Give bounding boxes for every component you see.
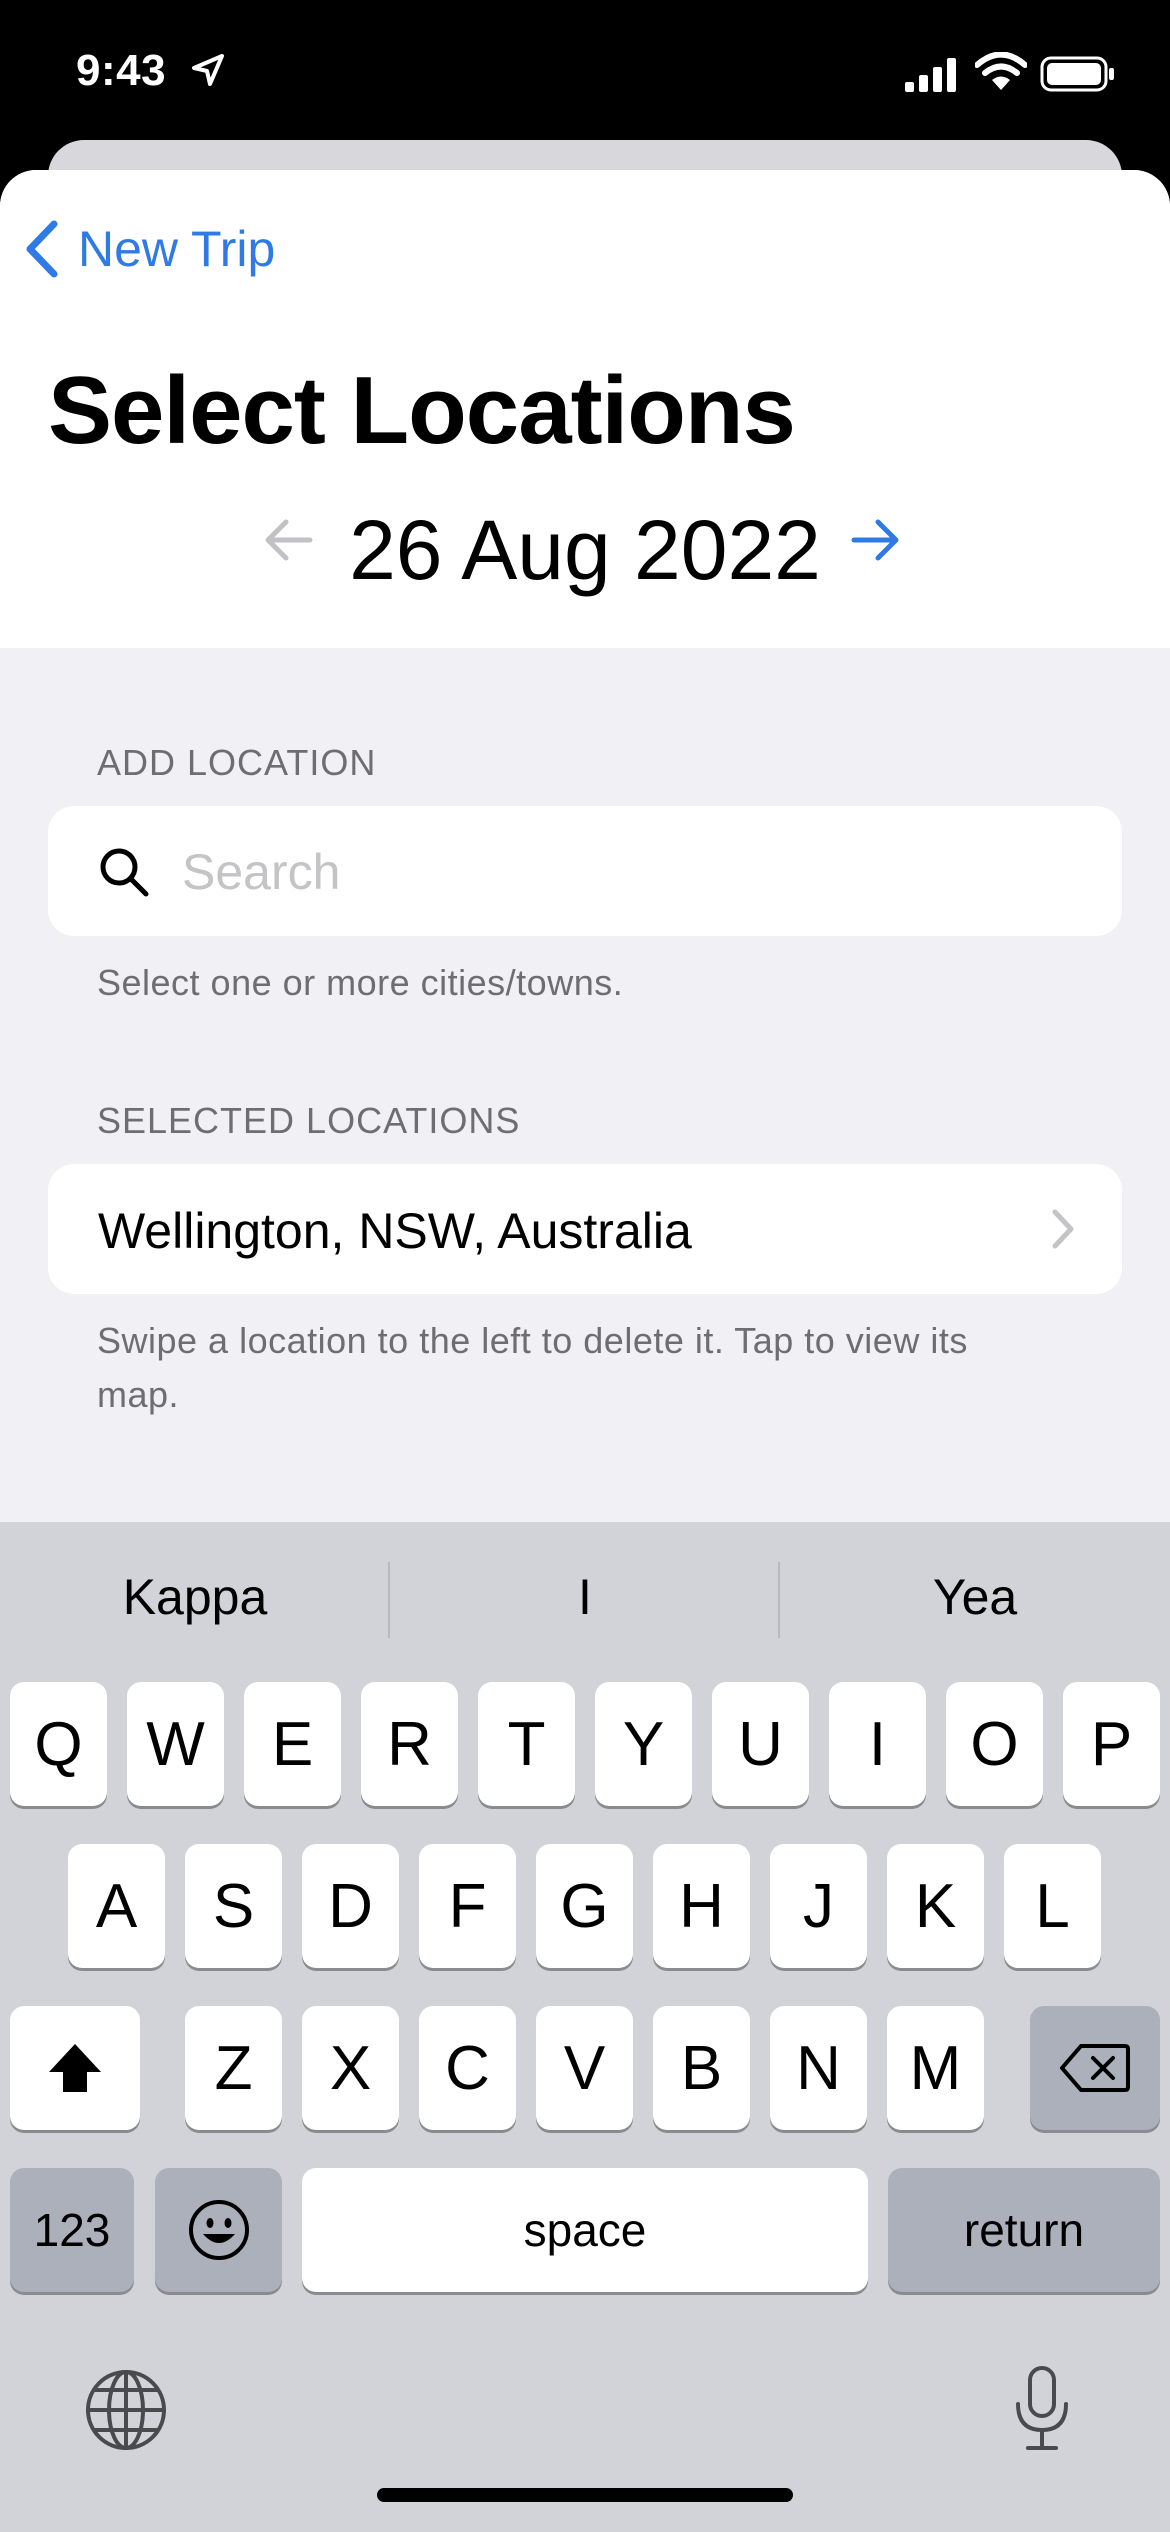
key-s[interactable]: S xyxy=(185,1844,282,1968)
delete-key[interactable] xyxy=(1030,2006,1160,2130)
key-v[interactable]: V xyxy=(536,2006,633,2130)
search-input[interactable] xyxy=(180,806,1084,938)
numbers-key[interactable]: 123 xyxy=(10,2168,134,2292)
emoji-key[interactable] xyxy=(155,2168,282,2292)
key-b[interactable]: B xyxy=(653,2006,750,2130)
add-location-footer: Select one or more cities/towns. xyxy=(97,962,624,1003)
search-icon xyxy=(100,848,149,897)
globe-icon[interactable] xyxy=(84,2368,168,2452)
chevron-left-icon xyxy=(26,220,58,278)
arrow-right-icon[interactable] xyxy=(850,518,902,562)
prediction-3[interactable]: Yea xyxy=(780,1522,1170,1672)
add-location-header: ADD LOCATION xyxy=(97,742,377,783)
status-time: 9:43 xyxy=(76,46,167,95)
space-key[interactable]: space xyxy=(302,2168,868,2292)
page-title: Select Locations xyxy=(48,357,796,464)
key-c[interactable]: C xyxy=(419,2006,516,2130)
key-e[interactable]: E xyxy=(244,1682,341,1806)
prediction-1[interactable]: Kappa xyxy=(0,1522,390,1672)
battery-icon xyxy=(1040,56,1114,92)
back-button[interactable]: New Trip xyxy=(24,220,275,278)
key-p[interactable]: P xyxy=(1063,1682,1160,1806)
key-w[interactable]: W xyxy=(127,1682,224,1806)
key-i[interactable]: I xyxy=(829,1682,926,1806)
wifi-icon xyxy=(975,52,1027,90)
shift-icon xyxy=(49,2044,101,2092)
home-indicator[interactable] xyxy=(377,2488,793,2502)
current-date: 26 Aug 2022 xyxy=(349,503,821,597)
cellular-signal-icon xyxy=(905,58,956,92)
back-button-label: New Trip xyxy=(78,221,276,277)
key-y[interactable]: Y xyxy=(595,1682,692,1806)
selected-locations-footer: Swipe a location to the left to delete i… xyxy=(97,1320,968,1415)
microphone-icon[interactable] xyxy=(1010,2364,1074,2454)
key-a[interactable]: A xyxy=(68,1844,165,1968)
key-q[interactable]: Q xyxy=(10,1682,107,1806)
date-navigator: 26 Aug 2022 xyxy=(0,490,1170,600)
location-label: Wellington, NSW, Australia xyxy=(98,1203,692,1259)
key-l[interactable]: L xyxy=(1004,1844,1101,1968)
key-k[interactable]: K xyxy=(887,1844,984,1968)
key-g[interactable]: G xyxy=(536,1844,633,1968)
chevron-right-icon xyxy=(1052,1209,1074,1249)
key-h[interactable]: H xyxy=(653,1844,750,1968)
location-arrow-icon xyxy=(192,54,224,86)
key-f[interactable]: F xyxy=(419,1844,516,1968)
search-field[interactable] xyxy=(48,806,1122,938)
prediction-2[interactable]: I xyxy=(390,1522,780,1672)
delete-icon xyxy=(1060,2044,1130,2092)
key-n[interactable]: N xyxy=(770,2006,867,2130)
emoji-icon xyxy=(188,2200,249,2260)
key-j[interactable]: J xyxy=(770,1844,867,1968)
shift-key[interactable] xyxy=(10,2006,140,2130)
location-row[interactable]: Wellington, NSW, Australia xyxy=(48,1164,1122,1294)
key-r[interactable]: R xyxy=(361,1682,458,1806)
key-o[interactable]: O xyxy=(946,1682,1043,1806)
key-u[interactable]: U xyxy=(712,1682,809,1806)
key-d[interactable]: D xyxy=(302,1844,399,1968)
key-m[interactable]: M xyxy=(887,2006,984,2130)
selected-locations-header: SELECTED LOCATIONS xyxy=(97,1100,521,1141)
keyboard: Kappa I Yea Q W E R T Y U I O P A S D F … xyxy=(0,1522,1170,2532)
key-x[interactable]: X xyxy=(302,2006,399,2130)
return-key[interactable]: return xyxy=(888,2168,1160,2292)
key-t[interactable]: T xyxy=(478,1682,575,1806)
key-z[interactable]: Z xyxy=(185,2006,282,2130)
header-area: New Trip Select Locations 26 Aug 2022 xyxy=(0,170,1170,648)
